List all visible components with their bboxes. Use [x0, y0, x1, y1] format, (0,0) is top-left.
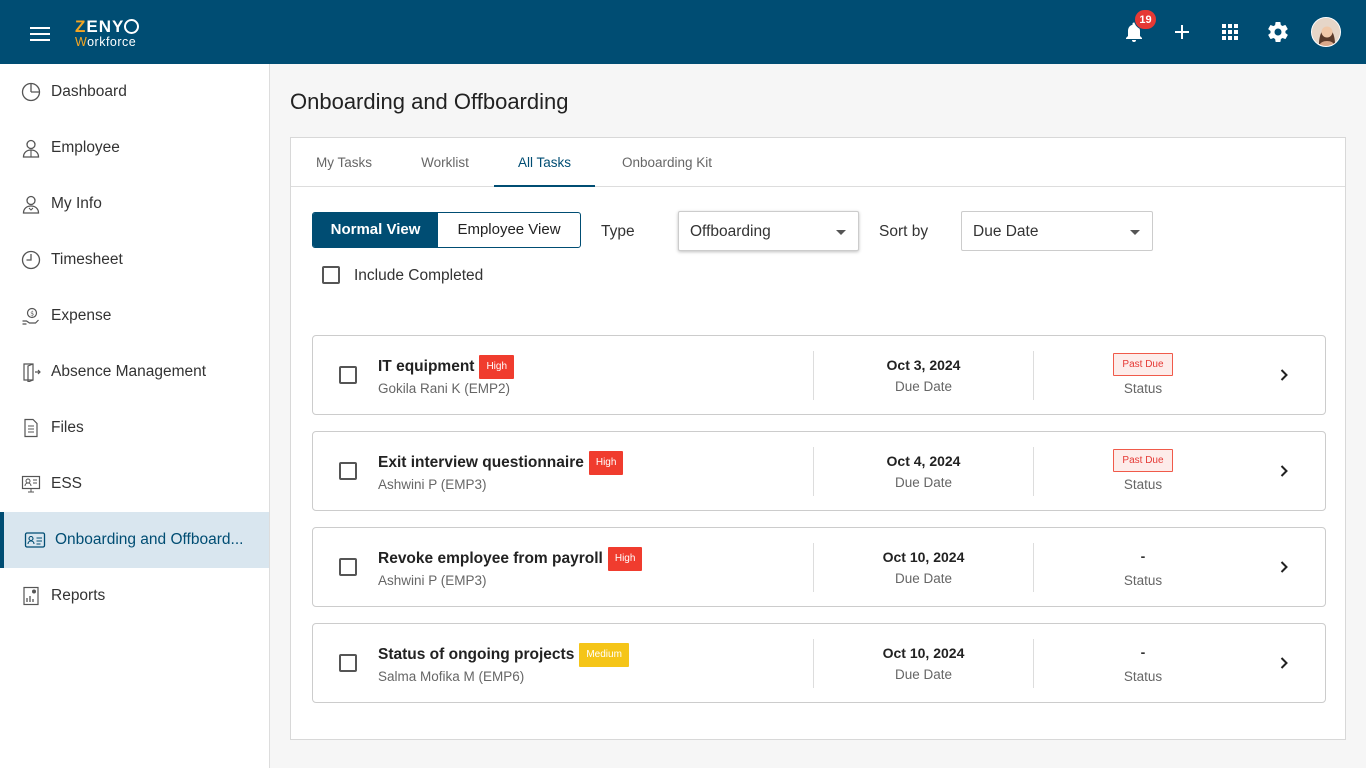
- divider: [813, 639, 814, 688]
- task-card[interactable]: Revoke employee from payroll High Ashwini…: [312, 527, 1326, 607]
- app-logo[interactable]: ZENY Workforce: [75, 18, 140, 49]
- sidebar-item-ess[interactable]: ESS: [0, 456, 269, 512]
- divider: [1033, 543, 1034, 592]
- priority-badge: High: [588, 451, 624, 475]
- sidebar-item-employee[interactable]: Employee: [0, 120, 269, 176]
- task-card[interactable]: Exit interview questionnaire High Ashwini…: [312, 431, 1326, 511]
- sort-by-select[interactable]: Due Date: [961, 211, 1153, 251]
- task-checkbox[interactable]: [339, 366, 357, 384]
- status-label: Status: [1123, 573, 1163, 588]
- sidebar-item-dashboard[interactable]: Dashboard: [0, 64, 269, 120]
- tab-bar: My Tasks Worklist All Tasks Onboarding K…: [291, 138, 1345, 187]
- divider: [813, 447, 814, 496]
- view-toggle: Normal View Employee View: [312, 212, 581, 248]
- divider: [813, 351, 814, 400]
- priority-badge: High: [479, 355, 515, 379]
- type-label: Type: [601, 223, 635, 240]
- task-checkbox[interactable]: [339, 654, 357, 672]
- priority-badge: Medium: [579, 643, 629, 667]
- employee-icon: [20, 137, 42, 159]
- divider: [1033, 639, 1034, 688]
- divider: [1033, 447, 1034, 496]
- task-employee: Ashwini P (EMP3): [378, 573, 487, 588]
- sidebar-item-my-info[interactable]: My Info: [0, 176, 269, 232]
- include-completed-label: Include Completed: [354, 267, 484, 284]
- sidebar-item-files[interactable]: Files: [0, 400, 269, 456]
- chevron-right-icon[interactable]: [1277, 368, 1291, 382]
- normal-view-button[interactable]: Normal View: [313, 213, 438, 247]
- divider: [1033, 351, 1034, 400]
- type-select-value: Offboarding: [690, 223, 771, 240]
- chevron-right-icon[interactable]: [1277, 560, 1291, 574]
- top-bar: ZENY Workforce 19: [0, 0, 1366, 64]
- sort-by-label: Sort by: [879, 223, 929, 240]
- task-employee: Salma Mofika M (EMP6): [378, 669, 525, 684]
- sidebar-item-onboarding[interactable]: Onboarding and Offboard...: [0, 512, 269, 568]
- sidebar-item-absence-management[interactable]: Absence Management: [0, 344, 269, 400]
- status-label: Status: [1123, 669, 1163, 684]
- sidebar-item-expense[interactable]: $ Expense: [0, 288, 269, 344]
- absence-icon: [20, 361, 42, 383]
- tab-worklist[interactable]: Worklist: [419, 138, 471, 187]
- task-card[interactable]: Status of ongoing projects Medium Salma M…: [312, 623, 1326, 703]
- gear-icon[interactable]: [1266, 20, 1290, 44]
- include-completed-checkbox[interactable]: [322, 266, 340, 284]
- svg-text:$: $: [30, 311, 34, 318]
- due-date-label: Due Date: [894, 475, 953, 490]
- status-label: Status: [1123, 381, 1163, 396]
- task-checkbox[interactable]: [339, 558, 357, 576]
- due-date-value: Oct 10, 2024: [882, 645, 965, 661]
- due-date-label: Due Date: [894, 571, 953, 586]
- menu-icon[interactable]: [30, 27, 50, 41]
- status-value: -: [1140, 644, 1146, 660]
- type-select[interactable]: Offboarding: [678, 211, 859, 251]
- page-title: Onboarding and Offboarding: [290, 89, 569, 114]
- task-title: Revoke employee from payroll: [378, 550, 603, 567]
- my-info-icon: [20, 193, 42, 215]
- chevron-down-icon: [836, 230, 846, 235]
- plus-icon[interactable]: [1170, 20, 1194, 44]
- tasks-panel: My Tasks Worklist All Tasks Onboarding K…: [290, 137, 1346, 740]
- sort-by-select-value: Due Date: [973, 223, 1039, 240]
- sidebar-item-timesheet[interactable]: Timesheet: [0, 232, 269, 288]
- clock-icon: [20, 249, 42, 271]
- task-card[interactable]: IT equipment High Gokila Rani K (EMP2) Oc…: [312, 335, 1326, 415]
- sidebar: Dashboard Employee My Info Timesheet $ E…: [0, 64, 270, 768]
- due-date-value: Oct 4, 2024: [886, 453, 961, 469]
- priority-badge: High: [607, 547, 643, 571]
- notification-badge[interactable]: 19: [1134, 9, 1157, 30]
- task-employee: Gokila Rani K (EMP2): [378, 381, 511, 396]
- apps-grid-icon[interactable]: [1218, 20, 1242, 44]
- tab-onboarding-kit[interactable]: Onboarding Kit: [619, 138, 715, 187]
- due-date-value: Oct 10, 2024: [882, 549, 965, 565]
- due-date-label: Due Date: [894, 667, 953, 682]
- chevron-down-icon: [1130, 230, 1140, 235]
- due-date-value: Oct 3, 2024: [886, 357, 961, 373]
- task-title: IT equipment: [378, 358, 475, 375]
- expense-icon: $: [20, 305, 42, 327]
- chevron-right-icon[interactable]: [1277, 464, 1291, 478]
- report-icon: [20, 585, 42, 607]
- id-card-icon: [24, 529, 46, 551]
- sidebar-item-reports[interactable]: Reports: [0, 568, 269, 624]
- ess-icon: [20, 473, 42, 495]
- status-label: Status: [1123, 477, 1163, 492]
- status-badge: Past Due: [1113, 353, 1173, 376]
- status-badge: Past Due: [1113, 449, 1173, 472]
- file-icon: [20, 417, 42, 439]
- user-avatar[interactable]: [1311, 17, 1341, 47]
- task-title: Exit interview questionnaire: [378, 454, 584, 471]
- due-date-label: Due Date: [894, 379, 953, 394]
- chevron-right-icon[interactable]: [1277, 656, 1291, 670]
- employee-view-button[interactable]: Employee View: [438, 213, 580, 247]
- divider: [813, 543, 814, 592]
- task-employee: Ashwini P (EMP3): [378, 477, 487, 492]
- task-title: Status of ongoing projects: [378, 646, 575, 663]
- tab-my-tasks[interactable]: My Tasks: [315, 138, 373, 187]
- task-checkbox[interactable]: [339, 462, 357, 480]
- tab-all-tasks[interactable]: All Tasks: [494, 138, 595, 187]
- dashboard-icon: [20, 81, 42, 103]
- status-value: -: [1140, 548, 1146, 564]
